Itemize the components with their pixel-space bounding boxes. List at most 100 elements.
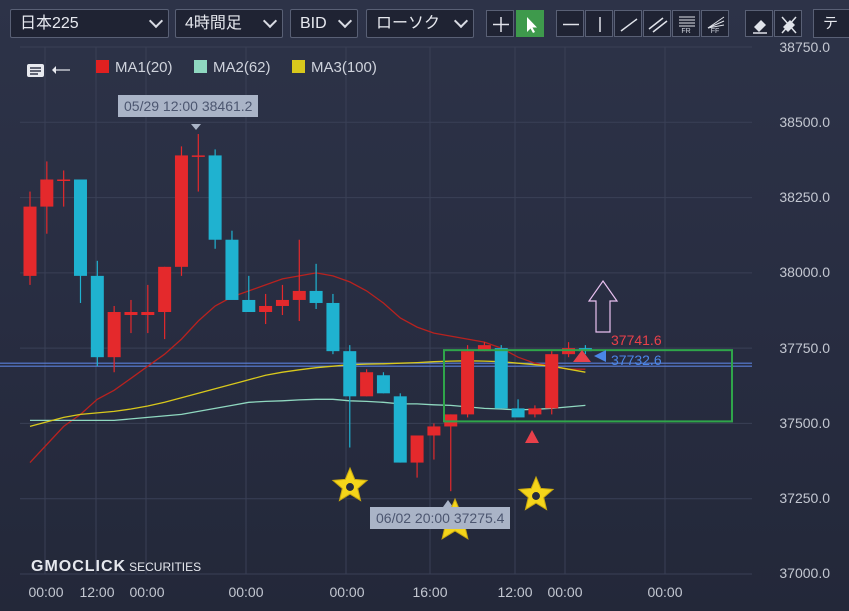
- candle-body: [90, 275, 104, 358]
- candle-body: [208, 155, 222, 240]
- high-price-label: 05/29 12:00 38461.2: [118, 95, 259, 117]
- candle-body: [528, 408, 542, 415]
- red-price-tag: 37741.6: [611, 332, 662, 348]
- low-label-pointer: [443, 500, 453, 507]
- ma3-label: MA3(100): [311, 59, 377, 76]
- cursor-arrow-icon: [527, 17, 537, 33]
- y-tick-label: 38750.0: [779, 39, 830, 55]
- delete-all-drawings-button[interactable]: [774, 10, 802, 37]
- parallel-lines-icon: [648, 17, 668, 33]
- symbol-value: 日本225: [20, 15, 79, 32]
- y-tick-label: 37750.0: [779, 340, 830, 356]
- blue-price-tag: 37732.6: [611, 352, 662, 368]
- candle-body: [309, 290, 323, 303]
- crosshair-tool-button[interactable]: [486, 10, 514, 37]
- red-price-value: 37741.6: [611, 332, 662, 348]
- timeframe-select[interactable]: 4時間足: [175, 9, 283, 38]
- high-label-pointer: [191, 124, 201, 130]
- candle-body: [326, 302, 340, 352]
- price-type-select[interactable]: BID: [290, 9, 358, 38]
- chevron-down-icon: [148, 13, 164, 29]
- candle-body: [410, 435, 424, 463]
- candle-body: [141, 312, 155, 316]
- candle-body: [259, 305, 273, 313]
- y-tick-label: 37000.0: [779, 565, 830, 581]
- x-tick-label: 00:00: [647, 584, 683, 600]
- vertical-line-tool-button[interactable]: [585, 10, 613, 37]
- candle-body: [174, 155, 188, 267]
- candle-body: [57, 179, 71, 182]
- y-tick-label: 37500.0: [779, 415, 830, 431]
- fr-label: FR: [681, 28, 691, 35]
- buy-signal-triangle: [525, 430, 539, 443]
- price-type-value: BID: [300, 15, 327, 32]
- vertical-line-icon: [599, 17, 601, 32]
- candle-body: [376, 375, 390, 394]
- chevron-down-icon: [453, 13, 469, 29]
- logo-main: GMOCLICK: [31, 558, 127, 575]
- legend-ma1[interactable]: MA1(20): [96, 59, 173, 76]
- legend-ma3[interactable]: MA3(100): [292, 59, 377, 76]
- horizontal-line-tool-button[interactable]: [556, 10, 584, 37]
- star-center: [532, 492, 540, 500]
- chart-style-select[interactable]: ローソク: [366, 9, 474, 38]
- candle-body: [562, 348, 576, 355]
- chart-style-value: ローソク: [376, 15, 441, 32]
- candle-body: [360, 372, 374, 397]
- ma1-swatch: [96, 60, 109, 73]
- y-tick-label: 38000.0: [779, 264, 830, 280]
- pointer-tool-button[interactable]: [516, 10, 544, 37]
- legend-ma2[interactable]: MA2(62): [194, 59, 271, 76]
- y-tick-label: 38250.0: [779, 189, 830, 205]
- candle-body: [242, 299, 256, 313]
- candle-body: [494, 348, 508, 409]
- current-price-marker: [594, 350, 606, 362]
- chart-toolbar: 日本225 4時間足 BID ローソク FR FF テ: [0, 0, 849, 44]
- trend-line-icon: [620, 18, 638, 32]
- candle-body: [107, 312, 121, 358]
- candle-body: [191, 155, 205, 157]
- x-tick-label: 00:00: [228, 584, 264, 600]
- eraser-icon: [753, 20, 767, 34]
- candle-body: [124, 312, 138, 316]
- candle-body: [23, 206, 37, 276]
- low-price-text: 06/02 20:00 37275.4: [376, 510, 505, 526]
- channel-tool-button[interactable]: [643, 10, 671, 37]
- low-price-label: 06/02 20:00 37275.4: [370, 507, 511, 529]
- ma2-label: MA2(62): [213, 59, 271, 76]
- blue-price-value: 37732.6: [611, 352, 662, 368]
- candle-body: [225, 239, 239, 300]
- candle-body: [343, 351, 357, 397]
- fibonacci-fan-button[interactable]: FF: [701, 10, 729, 37]
- y-tick-label: 37250.0: [779, 490, 830, 506]
- trend-line-tool-button[interactable]: [614, 10, 642, 37]
- legend-collapse-icon: [27, 64, 71, 77]
- candle-body: [275, 299, 289, 306]
- chevron-down-icon: [262, 13, 278, 29]
- horizontal-line-icon: [563, 23, 579, 26]
- legend-toggle-button[interactable]: [26, 60, 71, 86]
- crosshair-icon: [493, 17, 509, 32]
- technical-indicator-button[interactable]: テク: [813, 9, 849, 38]
- ma3-swatch: [292, 60, 305, 73]
- candle-body: [461, 351, 475, 415]
- timeframe-value: 4時間足: [185, 15, 242, 32]
- candle-body: [292, 290, 306, 300]
- x-tick-label: 00:00: [329, 584, 365, 600]
- fibonacci-retracement-button[interactable]: FR: [672, 10, 700, 37]
- star-center: [346, 483, 354, 491]
- candle-body: [511, 408, 525, 418]
- ma2-swatch: [194, 60, 207, 73]
- candle-body: [40, 179, 54, 207]
- technical-label: テク: [823, 15, 839, 32]
- gmo-click-logo: GMOCLICK SECURITIES: [31, 558, 201, 576]
- candle-body: [545, 354, 559, 409]
- x-tick-label: 16:00: [412, 584, 448, 600]
- symbol-select[interactable]: 日本225: [10, 9, 169, 38]
- x-tick-label: 00:00: [547, 584, 583, 600]
- candle-body: [73, 179, 87, 276]
- up-arrow-icon: [587, 279, 619, 333]
- eraser-delete-icon: [781, 16, 797, 34]
- eraser-button[interactable]: [745, 10, 773, 37]
- candle-body: [393, 396, 407, 463]
